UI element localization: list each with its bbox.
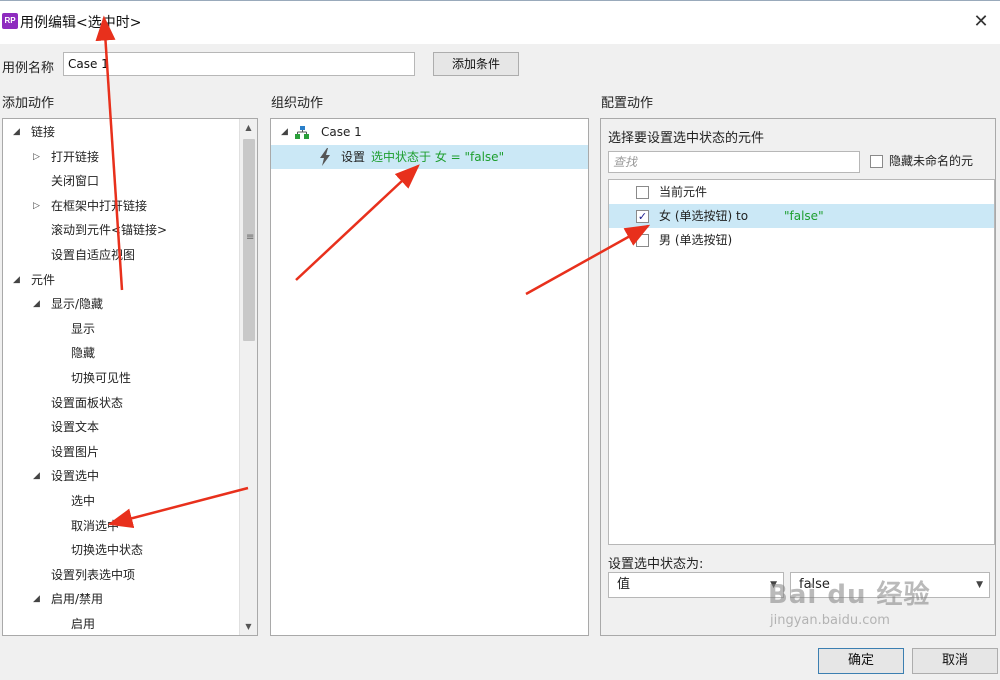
widget-row-current[interactable]: 当前元件 [609,180,994,204]
widget-checkbox[interactable] [636,234,649,247]
action-row[interactable]: 设置 选中状态于 女 = "false" [271,145,588,169]
action-tree-label: 滚动到元件<锚链接> [51,223,168,238]
action-tree-label: 启用 [71,617,96,631]
action-tree-item[interactable]: 设置自适应视图 [3,243,239,267]
ok-button[interactable]: 确定 [818,648,904,674]
search-input[interactable]: 查找 [608,151,860,173]
action-tree-label: 关闭窗口 [51,174,100,189]
scroll-thumb[interactable]: ≡ [243,139,255,341]
action-tree-label: 在框架中打开链接 [51,198,148,213]
action-prefix: 设置 [341,150,366,164]
chevron-down-icon: ▼ [976,580,983,590]
value-type-select[interactable]: 值 ▼ [608,572,784,598]
collapse-icon[interactable]: ◢ [13,120,23,144]
action-tree-item[interactable]: ◢ 启用/禁用 [3,587,239,611]
add-condition-button[interactable]: 添加条件 [433,52,519,76]
case-tree-icon [295,126,309,139]
collapse-icon[interactable]: ◢ [13,268,23,292]
action-tree-label: 设置选中 [51,469,100,484]
hide-unnamed-label: 隐藏未命名的元 [889,154,974,168]
action-tree-item[interactable]: 关闭窗口 [3,169,239,193]
configure-actions-panel: 选择要设置选中状态的元件 查找 隐藏未命名的元 当前元件 ✓ 女 (单选按钮) … [600,118,996,636]
widget-label: 当前元件 [659,185,708,199]
case-row[interactable]: ◢ Case 1 [271,120,588,144]
title-bar: RP 用例编辑<选中时> ✕ [0,0,1000,44]
widget-value: "false" [784,209,824,223]
baidu-watermark: Bai du 经验 jingyan.baidu.com [768,574,931,628]
action-tree-item[interactable]: 取消选中 [3,514,239,538]
add-actions-tree[interactable]: ◢ 链接 ▷ 打开链接关闭窗口 ▷ 在框架中打开链接滚动到元件<锚链接> 设置自适应视图 ◢ 元… [2,118,258,636]
expand-icon[interactable]: ▷ [33,145,43,169]
add-actions-heading: 添加动作 [2,96,55,111]
action-tree-item[interactable]: 切换可见性 [3,366,239,390]
configure-subheading: 选择要设置选中状态的元件 [608,131,765,146]
action-tree-item[interactable]: ▷ 打开链接 [3,145,239,169]
action-tree-label: 显示 [71,321,96,336]
lightning-icon [320,148,330,166]
action-tree-label: 启用/禁用 [51,592,104,607]
action-tree-item[interactable]: ◢ 设置选中 [3,464,239,488]
widget-checkbox[interactable] [636,186,649,199]
tree-scrollbar[interactable]: ▲ ≡ ▼ [239,119,257,635]
action-tree-label: 打开链接 [51,149,100,164]
action-tree-label: 显示/隐藏 [51,297,104,312]
action-tree-label: 设置自适应视图 [51,248,136,262]
scroll-down-icon[interactable]: ▼ [240,618,257,635]
watermark-url: jingyan.baidu.com [770,613,890,628]
case-name-input[interactable]: Case 1 [63,52,415,76]
widget-list[interactable]: 当前元件 ✓ 女 (单选按钮) to "false" 男 (单选按钮) [608,179,995,545]
action-tree-label: 元件 [31,272,56,287]
close-icon[interactable]: ✕ [970,11,992,33]
scroll-up-icon[interactable]: ▲ [240,119,257,136]
axure-rp-icon: RP [2,13,18,29]
action-tree-item[interactable]: 选中 [3,489,239,513]
case-label: Case 1 [321,125,362,139]
action-tree-item[interactable]: ◢ 元件 [3,268,239,292]
organize-actions-heading: 组织动作 [271,96,324,111]
widget-checkbox-checked[interactable]: ✓ [636,210,649,223]
action-tree-item[interactable]: 设置列表选中项 [3,563,239,587]
action-tree-item[interactable]: 设置图片 [3,440,239,464]
configure-actions-heading: 配置动作 [601,96,654,111]
action-tree-item[interactable]: 滚动到元件<锚链接> [3,218,239,242]
action-tree-item[interactable]: 启用 [3,612,239,635]
action-tree-label: 设置图片 [51,444,100,459]
action-tree-label: 切换选中状态 [71,543,144,558]
action-tree-label: 切换可见性 [71,371,132,385]
set-state-label: 设置选中状态为: [608,557,704,572]
collapse-icon[interactable]: ◢ [33,587,43,611]
action-tree-item[interactable]: 设置面板状态 [3,391,239,415]
cancel-button[interactable]: 取消 [912,648,998,674]
action-tree-label: 设置文本 [51,420,100,435]
expand-icon[interactable]: ▷ [33,194,43,218]
hide-unnamed-checkbox[interactable] [870,155,883,168]
action-tree-item[interactable]: ▷ 在框架中打开链接 [3,194,239,218]
action-tree-label: 链接 [31,125,56,139]
action-detail: 选中状态于 女 = "false" [371,150,505,164]
widget-label: 男 (单选按钮) [659,233,733,247]
window-title: 用例编辑<选中时> [20,15,142,31]
organize-actions-panel[interactable]: ◢ Case 1 设置 选中状态于 女 = "false" [270,118,589,636]
collapse-icon[interactable]: ◢ [33,464,43,488]
value-type-text: 值 [617,577,631,592]
watermark-brand: Bai du 经验 [768,580,931,610]
action-tree-label: 取消选中 [71,518,120,533]
case-name-label: 用例名称 [2,61,55,76]
action-tree-label: 选中 [71,494,96,508]
widget-label: 女 (单选按钮) to [659,209,749,223]
action-tree-item[interactable]: 显示 [3,317,239,341]
action-tree-label: 隐藏 [71,346,96,361]
action-tree-item[interactable]: ◢ 显示/隐藏 [3,292,239,316]
action-tree-label: 设置列表选中项 [51,567,136,582]
action-tree-item[interactable]: 隐藏 [3,341,239,365]
widget-row-female[interactable]: ✓ 女 (单选按钮) to "false" [609,204,994,228]
action-tree-item[interactable]: 设置文本 [3,415,239,439]
action-tree-item[interactable]: ◢ 链接 [3,120,239,144]
widget-row-male[interactable]: 男 (单选按钮) [609,228,994,252]
action-tree-label: 设置面板状态 [51,395,124,410]
expand-icon[interactable]: ◢ [281,120,291,144]
grip-icon: ≡ [246,232,255,243]
collapse-icon[interactable]: ◢ [33,292,43,316]
action-tree-item[interactable]: 切换选中状态 [3,538,239,562]
